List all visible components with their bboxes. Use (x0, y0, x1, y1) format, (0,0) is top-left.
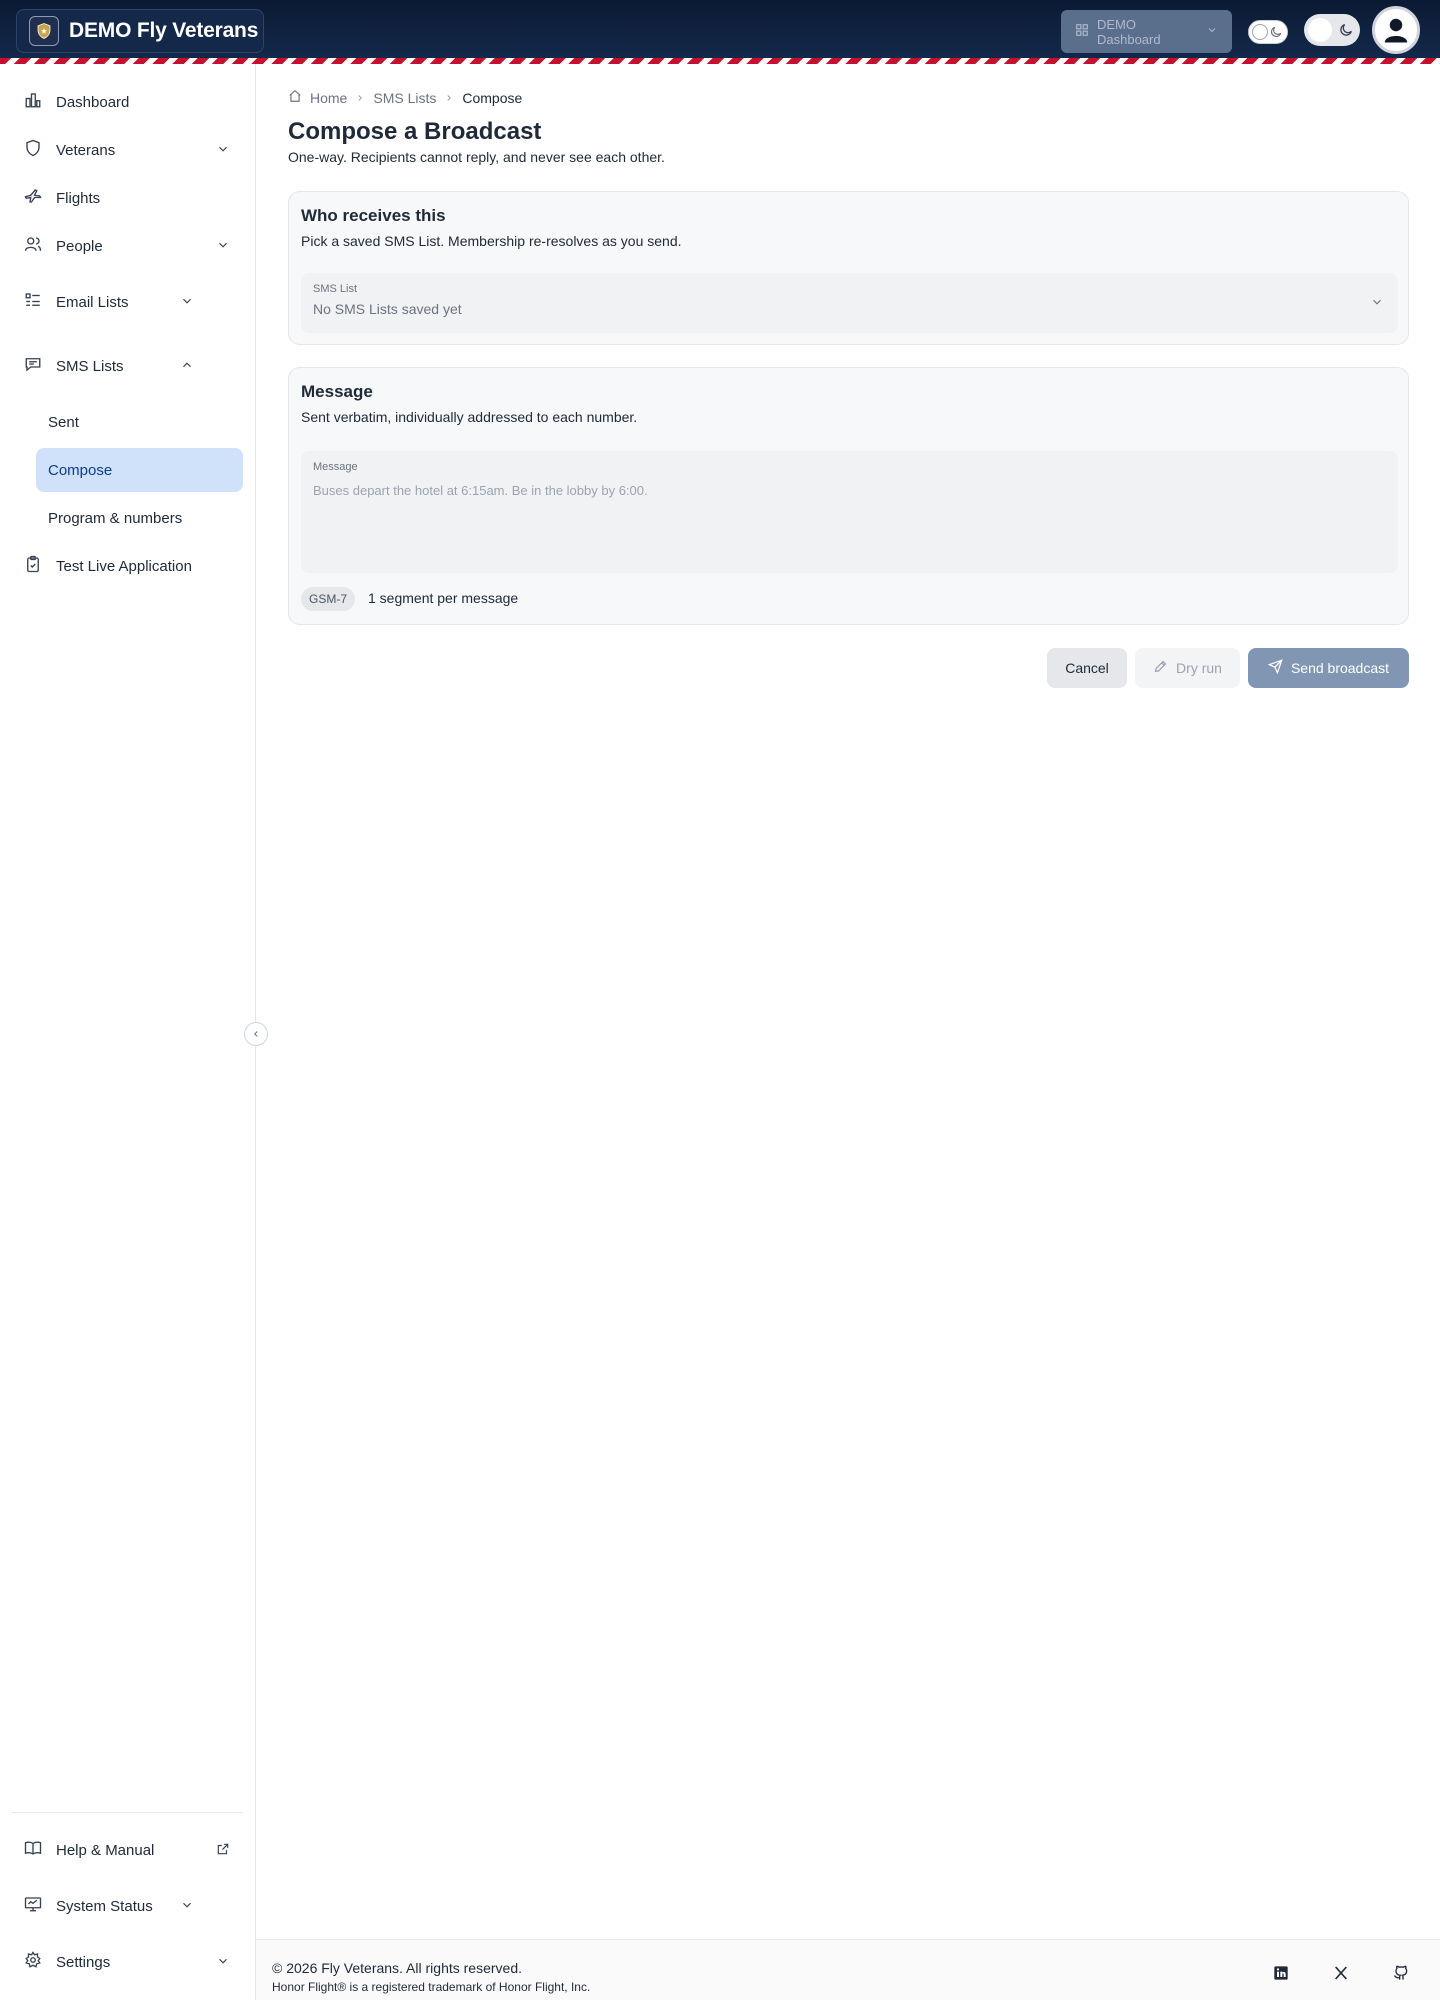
send-icon (1267, 659, 1283, 677)
grid-icon (1075, 23, 1089, 40)
chevron-down-icon (180, 294, 194, 312)
message-subtitle: Sent verbatim, individually addressed to… (301, 409, 638, 425)
dry-run-button-label: Dry run (1176, 660, 1222, 676)
chevron-up-icon (180, 358, 194, 376)
sidebar-item-label: Dashboard (56, 93, 130, 111)
cancel-button[interactable]: Cancel (1047, 648, 1127, 688)
user-avatar[interactable] (1372, 6, 1420, 54)
dashboard-select[interactable]: DEMO Dashboard (1061, 10, 1232, 53)
breadcrumb-current: Compose (462, 89, 523, 106)
github-icon[interactable] (1392, 1964, 1410, 1982)
sidebar-subitem-compose[interactable]: Compose (36, 448, 243, 492)
message-card: Message Sent verbatim, individually addr… (288, 367, 1409, 625)
sidebar-item-veterans[interactable]: Veterans (12, 128, 244, 172)
message-title: Message (301, 382, 373, 401)
sidebar-divider (12, 1812, 243, 1813)
breadcrumb-home[interactable]: Home (310, 90, 347, 106)
chevron-down-icon (216, 142, 230, 160)
chevron-down-icon (1206, 24, 1218, 39)
sms-list-value: No SMS Lists saved yet (313, 301, 462, 317)
plane-icon (24, 187, 42, 209)
footer-trademark: Honor Flight® is a registered trademark … (272, 1980, 591, 1994)
sms-list-select[interactable]: SMS List No SMS Lists saved yet (301, 273, 1398, 333)
message-icon (24, 355, 42, 377)
sidebar-item-people[interactable]: People (12, 224, 244, 268)
encoding-badge: GSM-7 (301, 587, 356, 611)
sidebar-item-label: Test Live Application (56, 557, 192, 575)
segment-count: 1 segment per message (368, 590, 519, 606)
sidebar-item-label: Flights (56, 189, 101, 207)
chevron-down-icon (180, 1898, 194, 1916)
people-icon (24, 235, 42, 257)
linkedin-icon[interactable] (1272, 1964, 1290, 1982)
external-link-icon (216, 1842, 230, 1860)
pencil-icon (1153, 659, 1168, 677)
message-placeholder: Buses depart the hotel at 6:15am. Be in … (313, 483, 648, 498)
dark-mode-toggle[interactable] (1304, 14, 1360, 46)
sidebar-item-test-live-application[interactable]: Test Live Application (12, 544, 244, 588)
chevron-right-icon (355, 90, 365, 106)
chevron-down-icon (216, 1954, 230, 1972)
brand-title: DEMO Fly Veterans (69, 19, 259, 42)
message-label: Message (313, 461, 358, 473)
chevron-down-icon (1370, 295, 1384, 314)
sidebar-item-label: Veterans (56, 141, 116, 159)
moon-icon (1269, 25, 1283, 44)
brand-home-link[interactable]: DEMO Fly Veterans (16, 9, 264, 53)
book-icon (24, 1839, 42, 1861)
page-title: Compose a Broadcast (288, 118, 542, 145)
sidebar-subitem-sent[interactable]: Sent (36, 400, 243, 444)
shield-icon (24, 139, 42, 161)
theme-toggle[interactable] (1248, 20, 1288, 44)
breadcrumb: Home SMS Lists Compose (288, 89, 522, 106)
breadcrumb-sms-lists[interactable]: SMS Lists (373, 90, 436, 106)
page-subtitle: One-way. Recipients cannot reply, and ne… (288, 149, 665, 165)
toggle-knob (1308, 18, 1332, 42)
sidebar-item-flights[interactable]: Flights (12, 176, 244, 220)
sidebar-collapse-button[interactable] (244, 1022, 268, 1046)
chart-icon (24, 91, 42, 113)
recipients-subtitle: Pick a saved SMS List. Membership re-res… (301, 233, 682, 249)
chevron-down-icon (216, 238, 230, 256)
page-footer: © 2026 Fly Veterans. All rights reserved… (256, 1939, 1440, 2000)
footer-copyright: © 2026 Fly Veterans. All rights reserved… (272, 1960, 522, 1976)
x-icon[interactable] (1332, 1964, 1350, 1982)
top-header: DEMO Fly Veterans DEMO Dashboard (0, 0, 1440, 58)
send-broadcast-label: Send broadcast (1290, 660, 1390, 676)
user-icon (1384, 18, 1408, 43)
sidebar-item-label: SMS Lists (56, 357, 124, 375)
toggle-knob (1252, 24, 1268, 40)
recipients-title: Who receives this (301, 206, 446, 225)
clipboard-icon (24, 555, 42, 577)
sidebar-item-label: System Status (56, 1897, 153, 1915)
chevron-right-icon (444, 90, 454, 106)
sidebar-item-label: People (56, 237, 103, 255)
sidebar: Dashboard Veterans Flights People Email … (0, 64, 256, 2000)
send-broadcast-button[interactable]: Send broadcast (1248, 648, 1409, 688)
sidebar-item-help-manual[interactable]: Help & Manual (12, 1828, 244, 1872)
cancel-button-label: Cancel (1065, 660, 1109, 676)
monitor-icon (24, 1895, 42, 1917)
gear-icon (24, 1951, 42, 1973)
list-icon (24, 291, 42, 313)
moon-icon (1338, 22, 1354, 43)
sidebar-item-sms-lists[interactable]: SMS Lists (12, 344, 208, 388)
sidebar-item-settings[interactable]: Settings (12, 1940, 244, 1984)
shield-logo-icon (29, 16, 59, 46)
sidebar-item-label: Email Lists (56, 293, 129, 311)
sidebar-subitem-program-numbers[interactable]: Program & numbers (36, 496, 243, 540)
sidebar-item-system-status[interactable]: System Status (12, 1884, 208, 1928)
recipients-card: Who receives this Pick a saved SMS List.… (288, 191, 1409, 345)
dashboard-select-label: DEMO Dashboard (1097, 16, 1161, 47)
sidebar-item-label: Settings (56, 1953, 111, 1971)
message-textarea[interactable]: Message Buses depart the hotel at 6:15am… (301, 451, 1398, 573)
sidebar-item-label: Help & Manual (56, 1841, 155, 1859)
sms-list-label: SMS List (313, 283, 358, 295)
sidebar-item-email-lists[interactable]: Email Lists (12, 280, 208, 324)
sidebar-item-dashboard[interactable]: Dashboard (12, 80, 244, 124)
chevron-left-icon (254, 1031, 258, 1037)
home-icon (288, 89, 302, 106)
dry-run-button[interactable]: Dry run (1135, 648, 1240, 688)
